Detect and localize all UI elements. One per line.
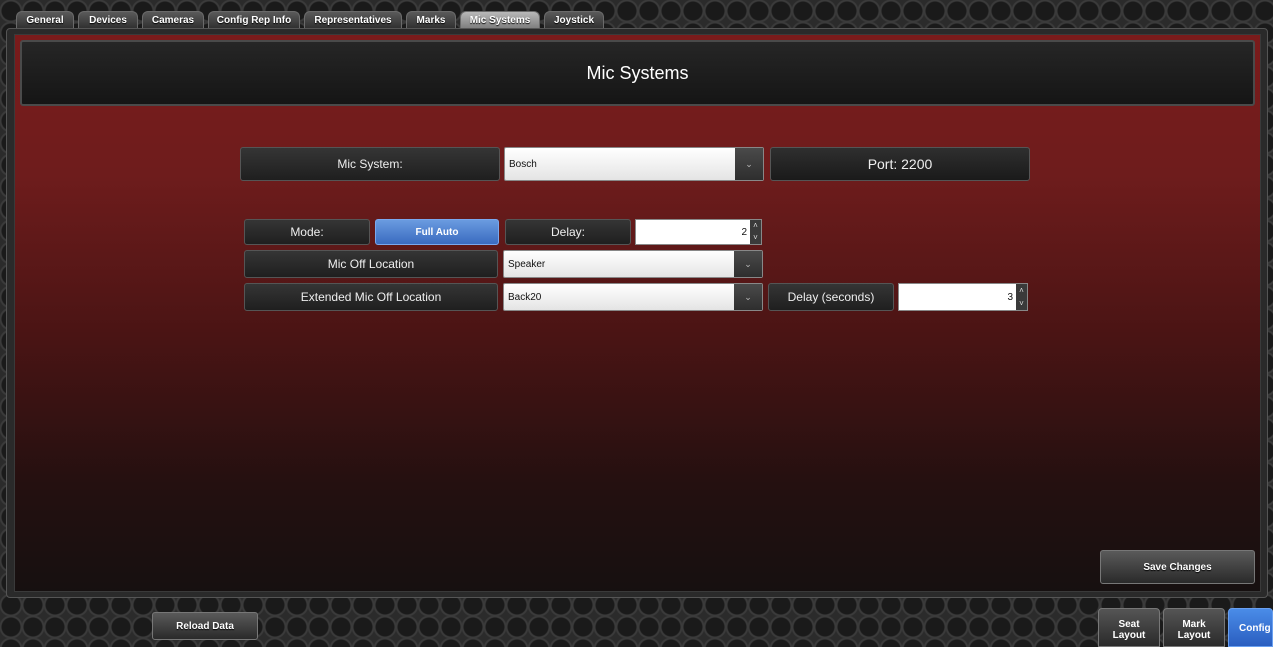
mark-layout-button[interactable]: Mark Layout [1163, 608, 1225, 647]
chevron-down-icon[interactable]: ⌄ [734, 251, 762, 277]
seat-layout-label-1: Seat [1118, 619, 1140, 630]
mode-label: Mode: [244, 219, 370, 245]
reload-data-button[interactable]: Reload Data [152, 612, 258, 640]
mic-system-label: Mic System: [240, 147, 500, 181]
save-changes-button[interactable]: Save Changes [1100, 550, 1255, 584]
mic-off-location-select[interactable]: Speaker ⌄ [503, 250, 763, 278]
delay-label: Delay: [505, 219, 631, 245]
seat-layout-button[interactable]: Seat Layout [1098, 608, 1160, 647]
delay-seconds-value: 3 [1007, 291, 1013, 303]
up-down-arrows-icon[interactable]: ˄ ˅ [1016, 284, 1027, 310]
seat-layout-label-2: Layout [1112, 630, 1146, 641]
extended-mic-off-location-select[interactable]: Back20 ⌄ [503, 283, 763, 311]
chevron-down-icon[interactable]: ⌄ [735, 148, 763, 180]
increment-icon[interactable]: ˄ [750, 220, 761, 232]
mark-layout-label-1: Mark [1182, 619, 1206, 630]
mic-system-value: Bosch [509, 158, 537, 170]
decrement-icon[interactable]: ˅ [1016, 297, 1027, 310]
tab-joystick[interactable]: Joystick [544, 11, 604, 29]
config-button[interactable]: Config [1228, 608, 1273, 647]
config-label: Config [1239, 623, 1271, 634]
mic-off-location-value: Speaker [508, 258, 546, 270]
tab-cameras[interactable]: Cameras [142, 11, 204, 29]
mode-full-auto-button[interactable]: Full Auto [375, 219, 499, 245]
mic-system-select[interactable]: Bosch ⌄ [504, 147, 764, 181]
delay-stepper[interactable]: 2 ˄ ˅ [635, 219, 762, 245]
mic-off-location-label: Mic Off Location [244, 250, 498, 278]
mark-layout-label-2: Layout [1177, 630, 1211, 641]
page-title: Mic Systems [20, 40, 1255, 106]
tab-mic-systems[interactable]: Mic Systems [460, 11, 540, 29]
port-display: Port: 2200 [770, 147, 1030, 181]
tab-marks[interactable]: Marks [406, 11, 456, 29]
delay-seconds-label: Delay (seconds) [768, 283, 894, 311]
delay-seconds-stepper[interactable]: 3 ˄ ˅ [898, 283, 1028, 311]
tab-bar: General Devices Cameras Config Rep Info … [0, 0, 1273, 30]
delay-value: 2 [741, 226, 747, 238]
increment-icon[interactable]: ˄ [1016, 284, 1027, 297]
extended-mic-off-location-label: Extended Mic Off Location [244, 283, 498, 311]
extended-mic-off-location-value: Back20 [508, 291, 542, 303]
tab-config-rep-info[interactable]: Config Rep Info [208, 11, 300, 29]
tab-devices[interactable]: Devices [78, 11, 138, 29]
content-panel [14, 34, 1261, 592]
up-down-arrows-icon[interactable]: ˄ ˅ [750, 220, 761, 244]
tab-representatives[interactable]: Representatives [304, 11, 402, 29]
decrement-icon[interactable]: ˅ [750, 232, 761, 244]
tab-general[interactable]: General [16, 11, 74, 29]
chevron-down-icon[interactable]: ⌄ [734, 284, 762, 310]
